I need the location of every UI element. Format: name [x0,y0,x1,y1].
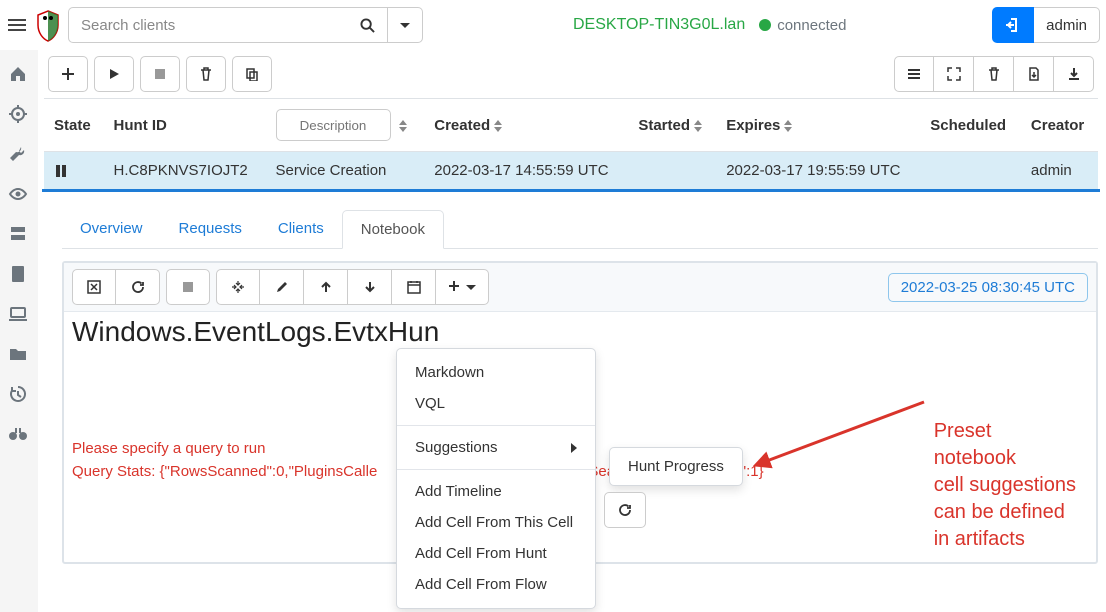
run-hunt-button[interactable] [94,56,134,92]
cell-stop-button[interactable] [166,269,210,305]
dropdown-item-add-cell-from-this[interactable]: Add Cell From This Cell [397,507,595,538]
dropdown-item-markdown[interactable]: Markdown [397,357,595,388]
cell-move-down-button[interactable] [348,269,392,305]
logout-button[interactable] [992,7,1034,43]
nav-book-icon[interactable] [8,264,30,284]
cell-creator: admin [1021,152,1098,190]
hunts-table: State Hunt ID Created Started Expires Sc… [44,98,1098,189]
cell-close-button[interactable] [72,269,116,305]
status-dot-icon [759,19,771,31]
cell-calendar-button[interactable] [392,269,436,305]
col-created[interactable]: Created [424,99,628,152]
annotation-text: Preset notebook cell suggestions can be … [934,418,1076,553]
stop-hunt-button[interactable] [140,56,180,92]
description-filter-input[interactable] [276,109,391,141]
col-description[interactable] [266,99,425,152]
nav-home-icon[interactable] [8,64,30,84]
cell-hunt-id: H.C8PKNVS7IOJT2 [104,152,266,190]
tab-clients[interactable]: Clients [260,210,342,248]
cell-add-button[interactable] [436,269,489,305]
delete-results-button[interactable] [974,56,1014,92]
notebook-cell: 2022-03-25 08:30:45 UTC Windows.EventLog… [62,261,1098,564]
cell-created: 2022-03-17 14:55:59 UTC [424,152,628,190]
user-button[interactable]: admin [1034,7,1100,43]
tab-notebook[interactable]: Notebook [342,210,444,249]
logout-icon [1005,17,1021,33]
annotation-arrow-icon [744,392,944,482]
suggestions-flyout: Hunt Progress [609,447,743,486]
caret-right-icon [571,443,577,453]
flyout-item-hunt-progress[interactable]: Hunt Progress [628,458,724,475]
hunt-tabs: Overview Requests Clients Notebook [62,210,1098,249]
nav-eye-icon[interactable] [8,184,30,204]
search-options-button[interactable] [388,7,423,43]
col-started[interactable]: Started [628,99,716,152]
cell-state [44,152,104,190]
search-button[interactable] [348,7,388,43]
dropdown-item-add-timeline[interactable]: Add Timeline [397,476,595,507]
new-hunt-button[interactable] [48,56,88,92]
nav-laptop-icon[interactable] [8,304,30,324]
search-input[interactable] [68,7,348,43]
dropdown-item-label: Suggestions [415,439,498,456]
delete-hunt-button[interactable] [186,56,226,92]
download-button[interactable] [1054,56,1094,92]
dropdown-item-add-cell-from-flow[interactable]: Add Cell From Flow [397,569,595,600]
cell-refresh-button[interactable] [116,269,160,305]
cell-move-up-button[interactable] [304,269,348,305]
nav-history-icon[interactable] [8,384,30,404]
cell-collapse-button[interactable] [216,269,260,305]
cell-started [628,152,716,190]
col-scheduled: Scheduled [920,99,1021,152]
status-text: connected [777,17,846,34]
tab-overview[interactable]: Overview [62,210,161,248]
cell-edit-button[interactable] [260,269,304,305]
nav-folder-icon[interactable] [8,344,30,364]
caret-down-icon [466,285,476,290]
add-cell-dropdown: Markdown VQL Suggestions Add Timeline Ad… [396,348,596,609]
dropdown-item-suggestions[interactable]: Suggestions [397,432,595,463]
view-detail-button[interactable] [894,56,934,92]
menu-icon[interactable] [8,19,26,31]
col-hunt-id: Hunt ID [104,99,266,152]
sort-icon[interactable] [399,120,407,132]
tab-requests[interactable]: Requests [161,210,260,248]
pause-icon [54,164,68,178]
fullscreen-button[interactable] [934,56,974,92]
cell-scheduled [920,152,1021,190]
nav-server-icon[interactable] [8,224,30,244]
results-refresh-button[interactable] [604,492,646,528]
caret-down-icon [400,23,410,28]
cell-expires: 2022-03-17 19:55:59 UTC [716,152,920,190]
app-logo [34,7,62,43]
nav-target-icon[interactable] [8,104,30,124]
nav-wrench-icon[interactable] [8,144,30,164]
dropdown-item-add-cell-from-hunt[interactable]: Add Cell From Hunt [397,538,595,569]
connection-status: connected [759,17,846,34]
cell-description: Service Creation [266,152,425,190]
col-expires[interactable]: Expires [716,99,920,152]
table-row[interactable]: H.C8PKNVS7IOJT2 Service Creation 2022-03… [44,152,1098,190]
col-state: State [44,99,104,152]
search-icon [360,18,375,33]
export-file-button[interactable] [1014,56,1054,92]
cell-title: Windows.EventLogs.EvtxHun [72,316,1086,348]
dropdown-item-vql[interactable]: VQL [397,388,595,419]
col-creator: Creator [1021,99,1098,152]
cell-timestamp: 2022-03-25 08:30:45 UTC [888,273,1088,302]
client-name: DESKTOP-TIN3G0L.lan [573,16,745,34]
pane-splitter[interactable] [42,189,1100,192]
copy-hunt-button[interactable] [232,56,272,92]
nav-binoculars-icon[interactable] [8,424,30,444]
